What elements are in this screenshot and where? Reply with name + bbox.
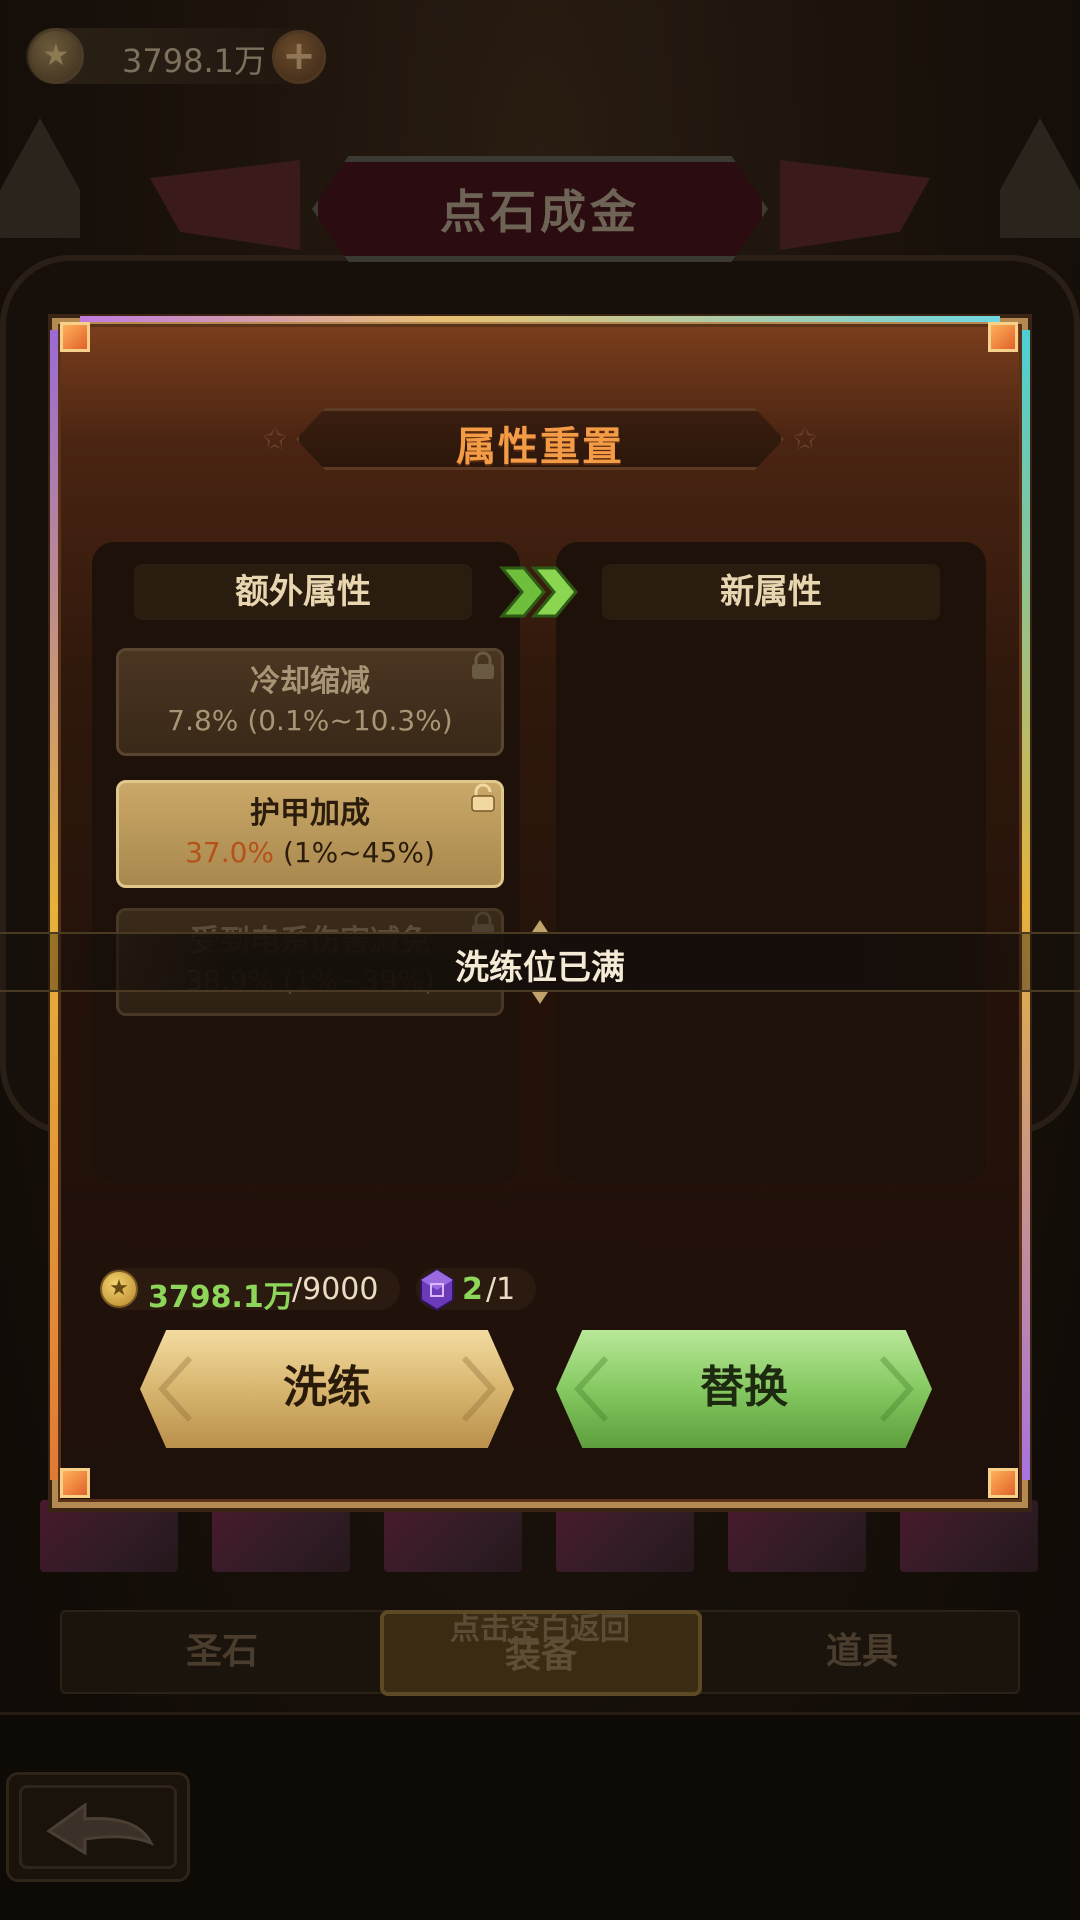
- chevron-left-ornament-icon: [573, 1355, 609, 1423]
- star-coin-icon: ★: [100, 1270, 138, 1308]
- gold-required: /9000: [292, 1272, 379, 1307]
- page-title: 点石成金: [440, 185, 640, 239]
- modal-glow-edge-left: [50, 330, 58, 1480]
- chevron-right-ornament-icon: [879, 1355, 915, 1423]
- attribute-name: 冷却缩减: [250, 664, 370, 699]
- plus-icon: +: [282, 33, 316, 79]
- item-slot: [212, 1500, 350, 1572]
- modal-glow-edge-top: [80, 316, 1000, 322]
- gold-amount: 3798.1万: [122, 42, 266, 80]
- crystal-owned: 2: [462, 1272, 483, 1307]
- chevron-right-ornament-icon: [461, 1355, 497, 1423]
- back-arrow-icon: [46, 1802, 155, 1856]
- attribute-card-cooldown[interactable]: 冷却缩减 7.8% (0.1%~10.3%): [116, 648, 504, 756]
- replace-button-label: 替换: [700, 1362, 788, 1413]
- modal-glow-edge-right: [1022, 330, 1030, 1480]
- star-coin-icon: [28, 28, 84, 84]
- corner-gem: [988, 1468, 1018, 1498]
- item-slot: [556, 1500, 694, 1572]
- modal-title: 属性重置: [456, 424, 624, 470]
- add-gold-button[interactable]: +: [272, 30, 326, 84]
- gold-owned: 3798.1万: [148, 1280, 294, 1315]
- star-ornament-icon: ✩: [792, 422, 818, 457]
- attribute-value: 7.8%: [167, 704, 239, 737]
- attribute-value: 37.0%: [185, 836, 275, 869]
- double-chevron-right-icon: [498, 566, 578, 618]
- corner-gem: [60, 322, 90, 352]
- corner-gem: [988, 322, 1018, 352]
- toast-message: 洗练位已满: [455, 948, 625, 988]
- star-ornament-icon: ✩: [262, 422, 288, 457]
- lock-icon[interactable]: [469, 651, 497, 681]
- purple-crystal-icon: [420, 1268, 454, 1312]
- corner-gem: [60, 1468, 90, 1498]
- new-attributes-header: 新属性: [602, 564, 940, 620]
- crystal-required: /1: [486, 1272, 516, 1307]
- lock-icon[interactable]: [469, 783, 497, 813]
- tab-items[interactable]: 道具: [702, 1612, 1022, 1692]
- tap-blank-return-hint: 点击空白返回: [450, 1612, 630, 1647]
- refine-button-label: 洗练: [283, 1362, 371, 1413]
- item-slot: [900, 1500, 1038, 1572]
- attribute-value-line: 37.0% (1%~45%): [119, 833, 501, 873]
- attribute-value-line: 7.8% (0.1%~10.3%): [119, 701, 501, 741]
- attribute-card-armor[interactable]: 护甲加成 37.0% (1%~45%): [116, 780, 504, 888]
- background-item-strip: [40, 1500, 1040, 1572]
- item-slot: [40, 1500, 178, 1572]
- tab-holy-stone[interactable]: 圣石: [62, 1612, 382, 1692]
- item-slot: [384, 1500, 522, 1572]
- replace-button[interactable]: 替换: [556, 1330, 932, 1448]
- refine-button[interactable]: 洗练: [140, 1330, 514, 1448]
- item-slot: [728, 1500, 866, 1572]
- extra-attributes-header: 额外属性: [134, 564, 472, 620]
- chevron-left-ornament-icon: [157, 1355, 193, 1423]
- new-attributes-panel: [556, 542, 986, 1182]
- attribute-range: (1%~45%): [282, 836, 435, 869]
- attribute-range: (0.1%~10.3%): [247, 704, 453, 737]
- back-button[interactable]: [6, 1772, 190, 1882]
- attribute-name: 护甲加成: [250, 796, 370, 831]
